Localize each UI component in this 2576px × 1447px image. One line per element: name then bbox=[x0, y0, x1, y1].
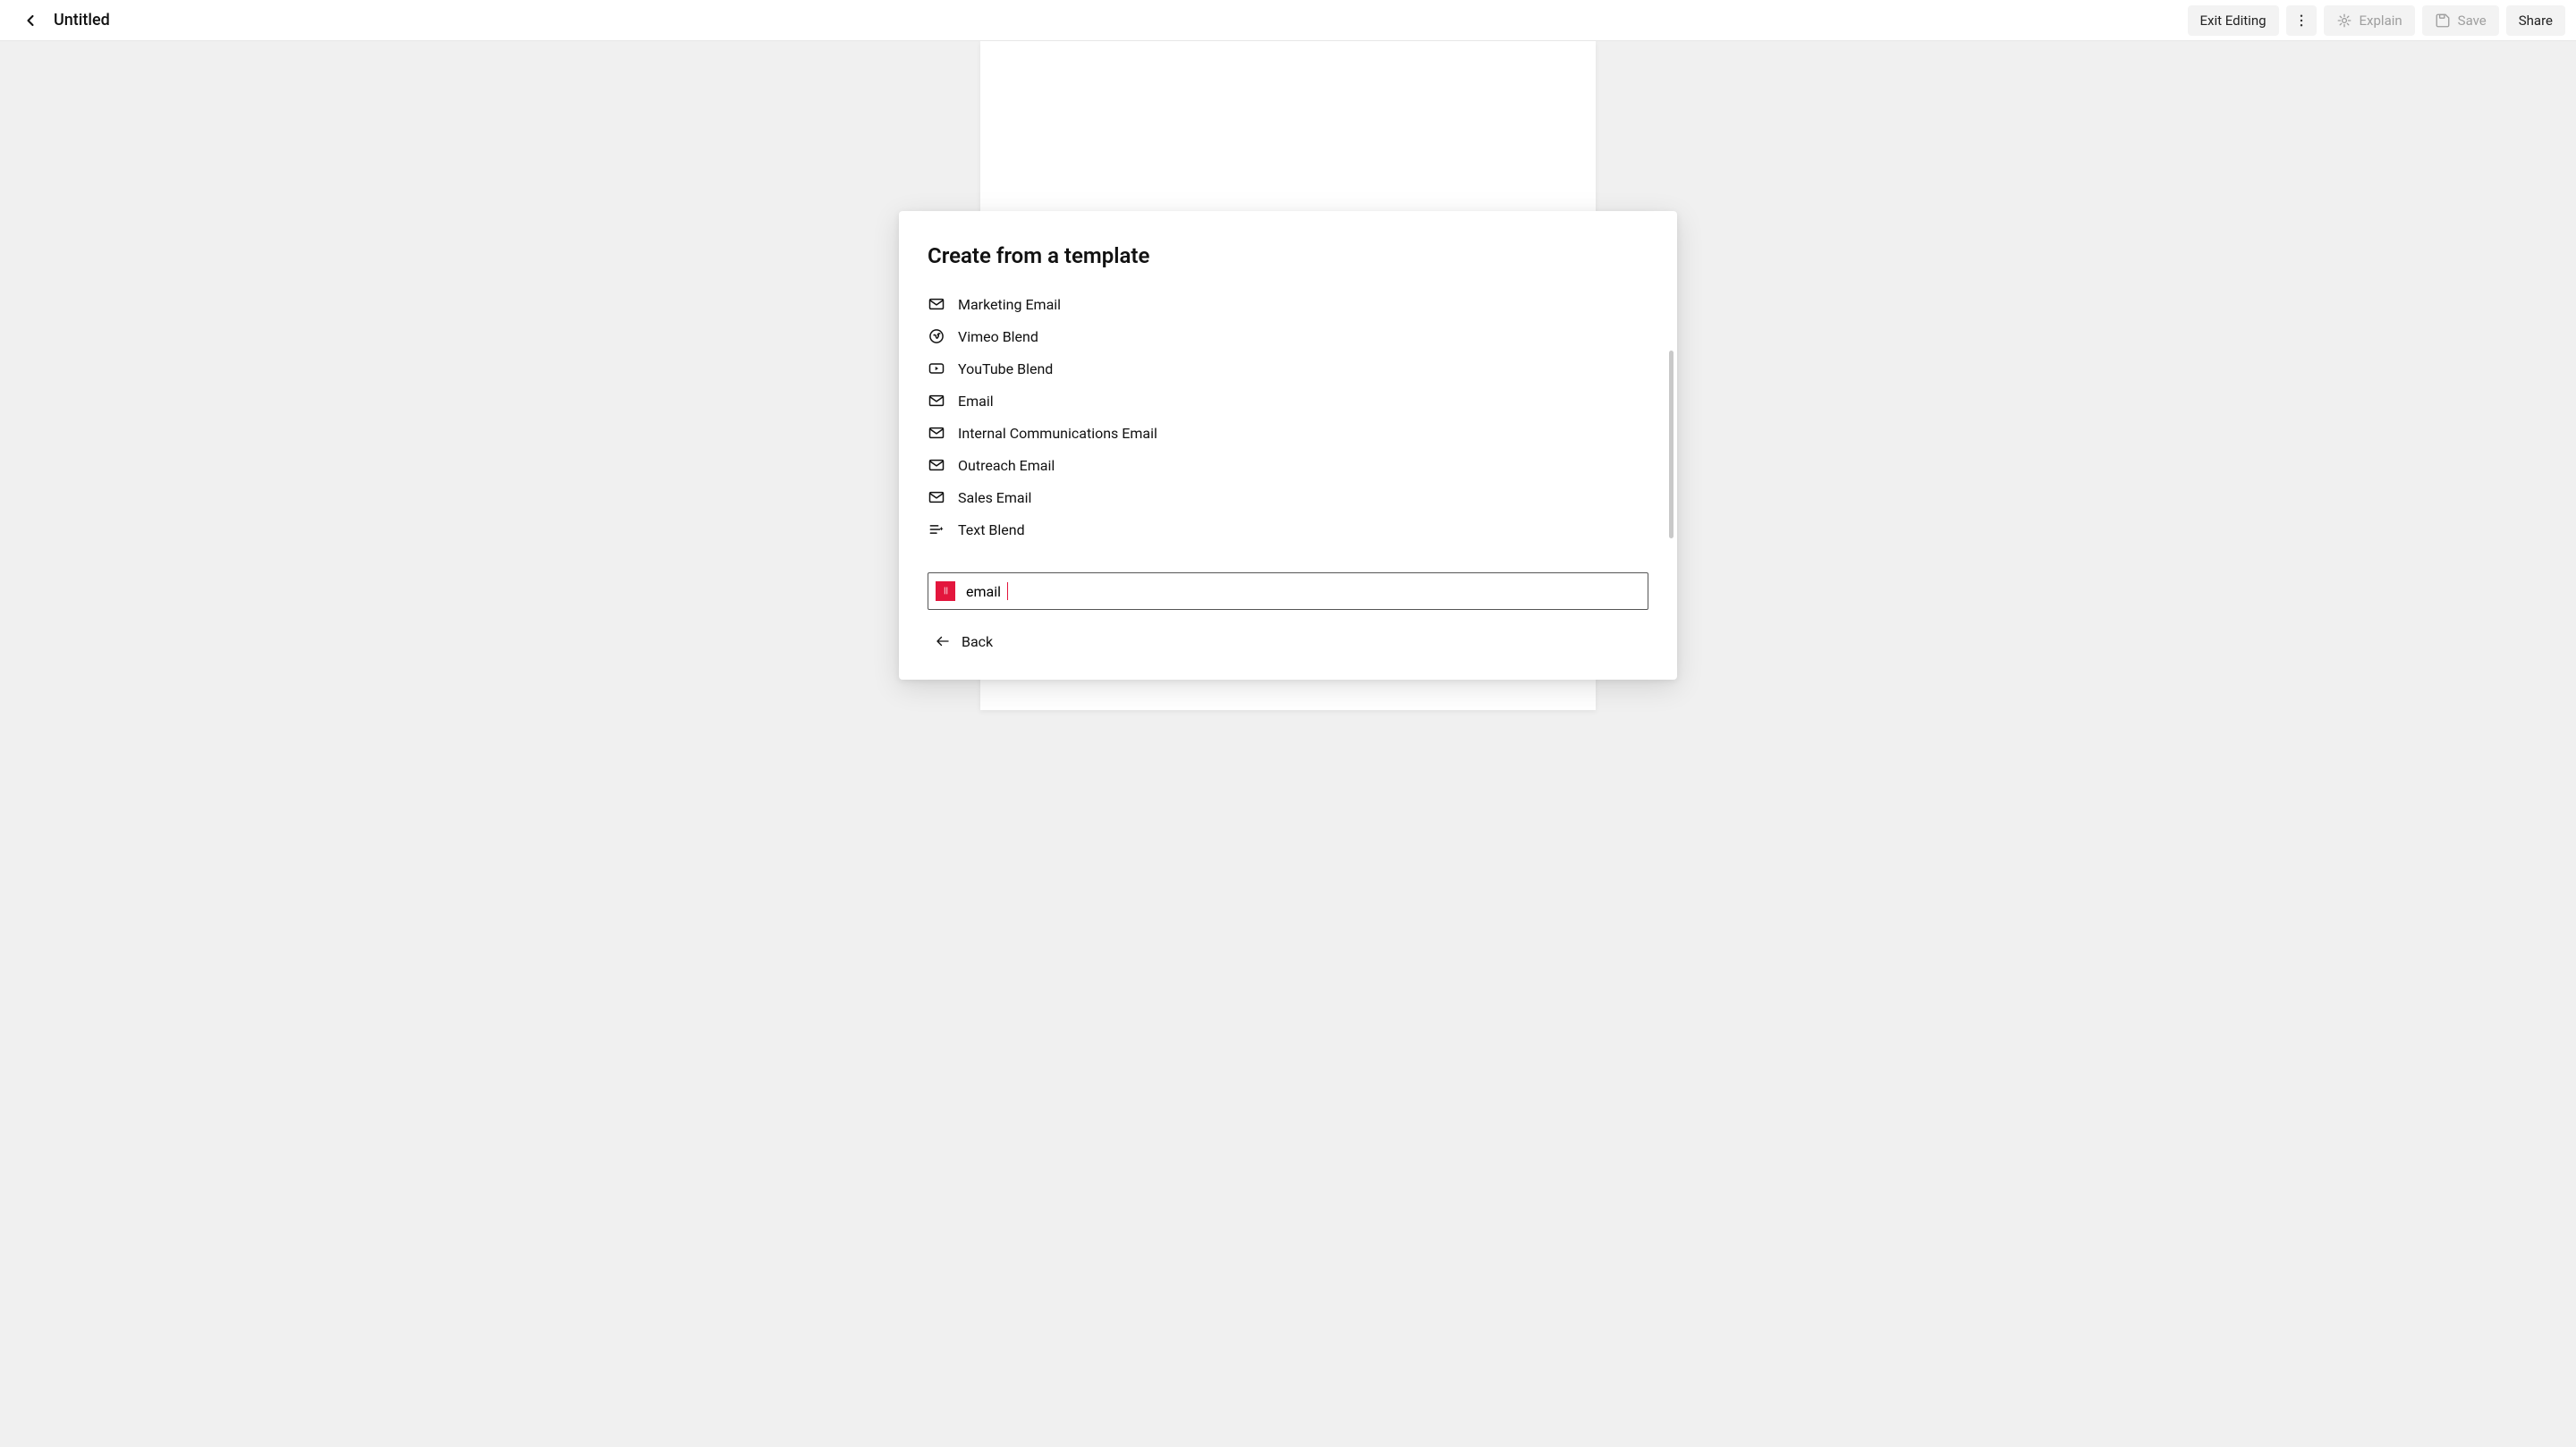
template-list: Marketing Email Vimeo Blend YouTube Blen… bbox=[899, 288, 1677, 558]
more-vertical-icon bbox=[2293, 13, 2309, 29]
template-item-marketing-email[interactable]: Marketing Email bbox=[906, 288, 1670, 320]
app-header: Untitled Exit Editing Explain Save Share bbox=[0, 0, 2576, 41]
list-scrollbar[interactable] bbox=[1669, 351, 1674, 538]
mail-icon bbox=[928, 488, 945, 506]
search-input-wrap bbox=[966, 582, 1640, 600]
document-title: Untitled bbox=[54, 11, 110, 30]
exit-editing-label: Exit Editing bbox=[2200, 13, 2267, 29]
template-item-internal-comms-email[interactable]: Internal Communications Email bbox=[906, 417, 1670, 449]
template-modal: Create from a template Marketing Email V… bbox=[899, 211, 1677, 680]
share-button[interactable]: Share bbox=[2506, 5, 2565, 36]
text-blend-icon bbox=[928, 520, 945, 538]
mail-icon bbox=[928, 295, 945, 313]
explain-button[interactable]: Explain bbox=[2324, 5, 2415, 36]
search-badge-icon: | | bbox=[936, 581, 955, 601]
template-item-sales-email[interactable]: Sales Email bbox=[906, 481, 1670, 513]
save-label: Save bbox=[2458, 13, 2487, 29]
exit-editing-button[interactable]: Exit Editing bbox=[2188, 5, 2279, 36]
template-label: Marketing Email bbox=[958, 296, 1061, 313]
arrow-left-icon bbox=[935, 633, 951, 649]
search-input[interactable] bbox=[966, 583, 1009, 600]
chevron-left-icon bbox=[21, 12, 39, 30]
save-icon bbox=[2435, 13, 2451, 29]
mail-icon bbox=[928, 392, 945, 410]
template-label: Text Blend bbox=[958, 521, 1025, 538]
modal-back-button[interactable]: Back bbox=[928, 624, 1648, 658]
template-label: Email bbox=[958, 393, 994, 410]
template-item-youtube-blend[interactable]: YouTube Blend bbox=[906, 352, 1670, 385]
template-label: Vimeo Blend bbox=[958, 328, 1038, 345]
template-item-email[interactable]: Email bbox=[906, 385, 1670, 417]
back-button[interactable] bbox=[18, 8, 43, 33]
template-label: Internal Communications Email bbox=[958, 425, 1157, 442]
sparkle-icon bbox=[2336, 13, 2352, 29]
template-item-outreach-email[interactable]: Outreach Email bbox=[906, 449, 1670, 481]
template-label: Sales Email bbox=[958, 489, 1031, 506]
template-search-field[interactable]: | | bbox=[928, 572, 1648, 610]
explain-label: Explain bbox=[2360, 13, 2402, 29]
template-item-vimeo-blend[interactable]: Vimeo Blend bbox=[906, 320, 1670, 352]
mail-icon bbox=[928, 456, 945, 474]
save-button[interactable]: Save bbox=[2422, 5, 2499, 36]
template-label: YouTube Blend bbox=[958, 360, 1053, 377]
share-label: Share bbox=[2519, 13, 2553, 29]
header-actions: Exit Editing Explain Save Share bbox=[2188, 5, 2565, 36]
more-options-button[interactable] bbox=[2286, 5, 2317, 36]
modal-title: Create from a template bbox=[899, 211, 1677, 288]
template-label: Outreach Email bbox=[958, 457, 1055, 474]
vimeo-icon bbox=[928, 327, 945, 345]
text-caret bbox=[1007, 582, 1008, 600]
youtube-icon bbox=[928, 360, 945, 377]
back-label: Back bbox=[962, 633, 993, 650]
template-item-text-blend[interactable]: Text Blend bbox=[906, 513, 1670, 546]
mail-icon bbox=[928, 424, 945, 442]
